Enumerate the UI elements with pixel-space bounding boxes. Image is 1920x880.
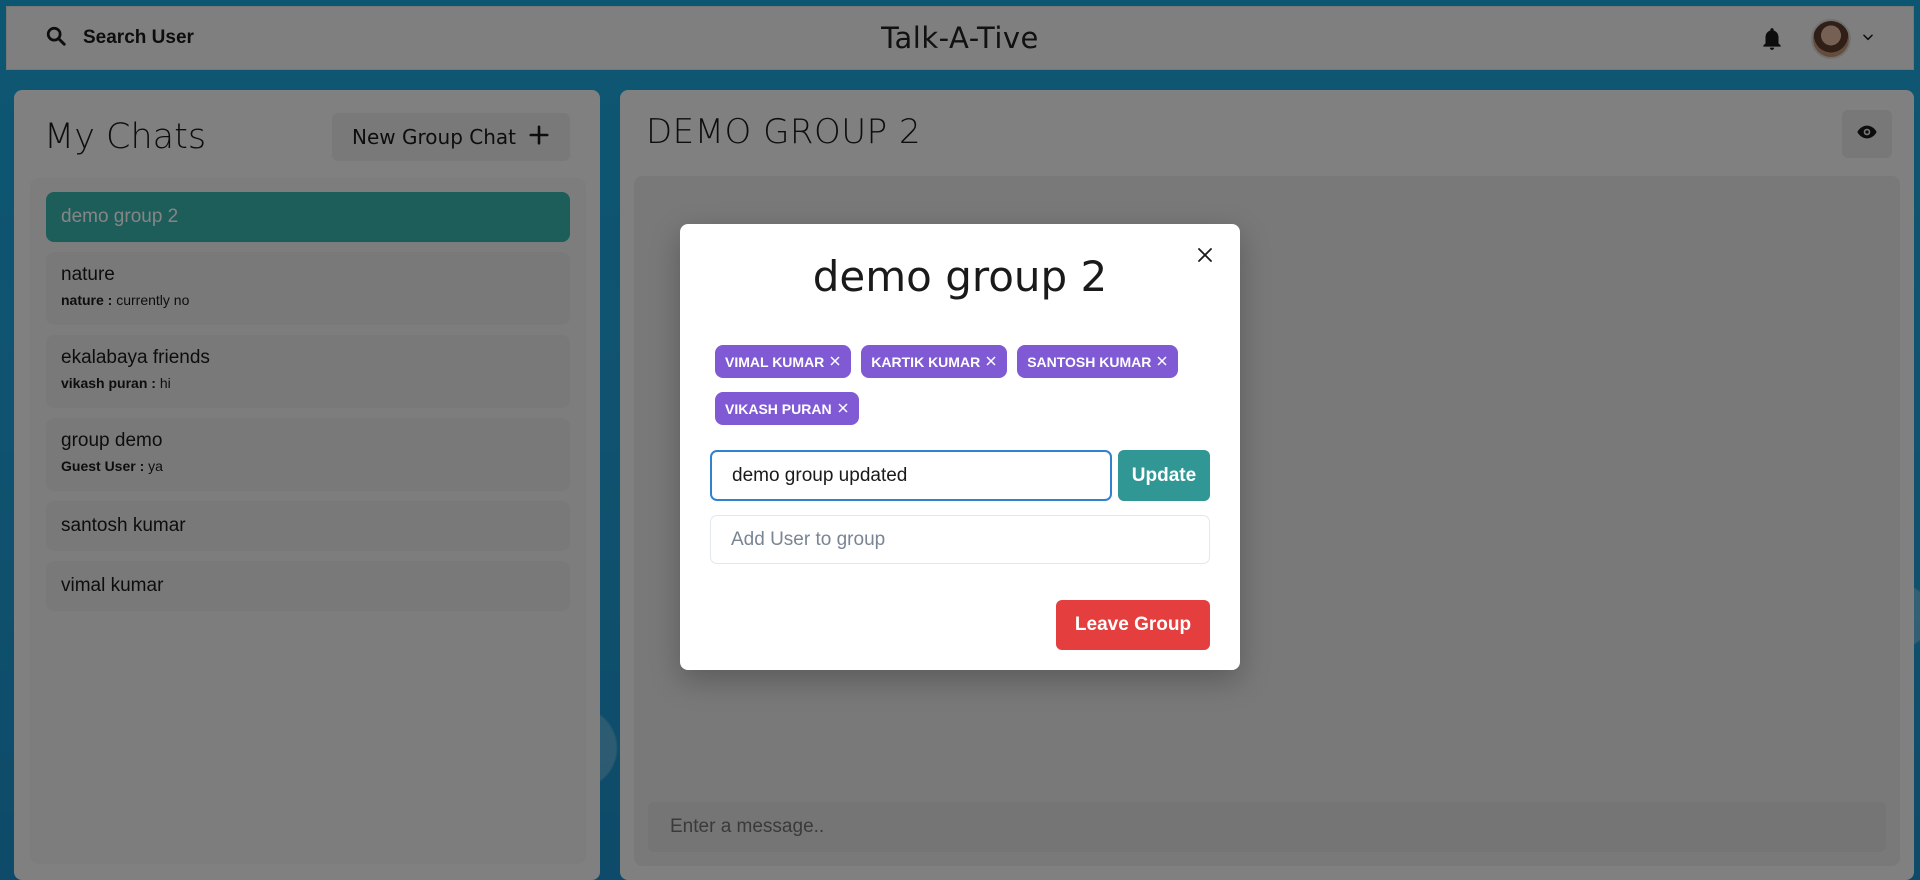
group-name-input[interactable] [710, 450, 1112, 501]
add-user-input[interactable] [710, 515, 1210, 564]
member-name: SANTOSH KUMAR [1027, 353, 1152, 370]
close-icon [1196, 246, 1214, 269]
member-chip-santosh-kumar[interactable]: SANTOSH KUMAR [1017, 345, 1179, 378]
modal-title: demo group 2 [812, 252, 1108, 301]
member-chips: VIMAL KUMAR KARTIK KUMAR SANTOSH KUMAR V… [715, 345, 1205, 425]
member-name: VIMAL KUMAR [725, 353, 825, 370]
remove-member-icon[interactable] [829, 353, 841, 370]
member-name: VIKASH PURAN [725, 400, 832, 417]
member-name: KARTIK KUMAR [871, 353, 981, 370]
remove-member-icon[interactable] [837, 400, 849, 417]
leave-group-button[interactable]: Leave Group [1056, 600, 1210, 650]
remove-member-icon[interactable] [1156, 353, 1168, 370]
member-chip-kartik-kumar[interactable]: KARTIK KUMAR [861, 345, 1008, 378]
remove-member-icon[interactable] [985, 353, 997, 370]
close-modal-button[interactable] [1188, 240, 1222, 274]
update-button[interactable]: Update [1118, 450, 1210, 501]
member-chip-vikash-puran[interactable]: VIKASH PURAN [715, 392, 859, 425]
group-settings-modal: demo group 2 VIMAL KUMAR KARTIK KUMAR SA… [680, 224, 1240, 670]
member-chip-vimal-kumar[interactable]: VIMAL KUMAR [715, 345, 852, 378]
